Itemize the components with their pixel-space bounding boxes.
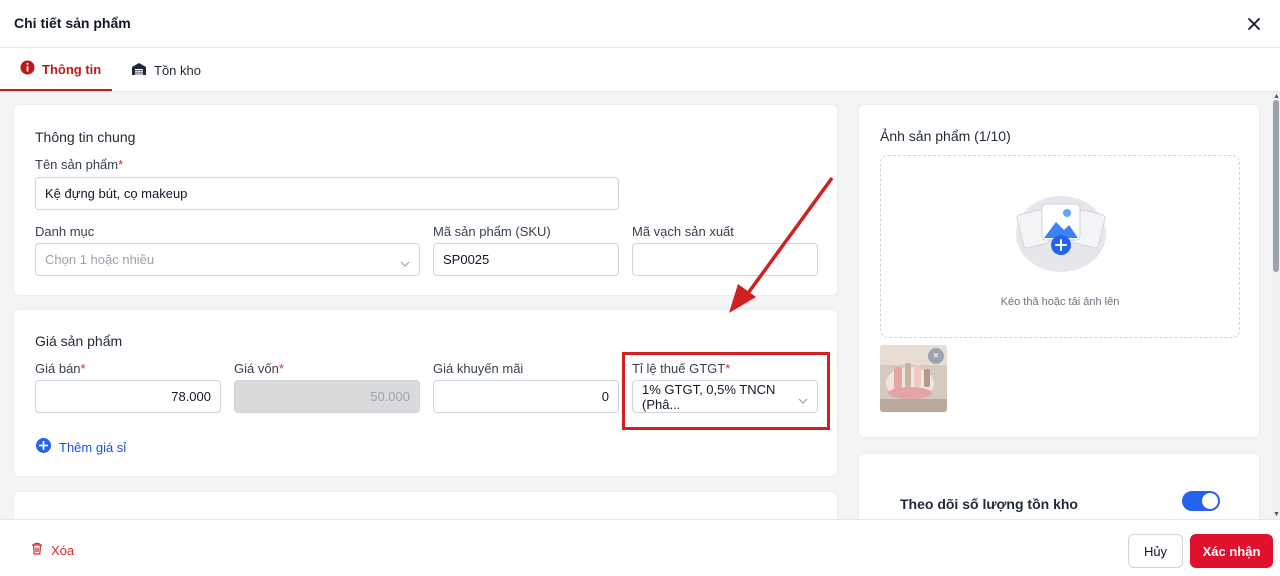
delete-button[interactable]: Xóa [31, 542, 74, 558]
cancel-button[interactable]: Hủy [1128, 534, 1183, 568]
confirm-button[interactable]: Xác nhận [1190, 534, 1273, 568]
label-text: Giá vốn [234, 361, 279, 376]
barcode-label: Mã vạch sản xuất [632, 224, 734, 239]
dropzone-hint: Kéo thả hoặc tải ảnh lên [1000, 296, 1120, 308]
annotation-arrow [729, 176, 834, 313]
modal-title: Chi tiết sản phẩm [14, 15, 131, 31]
scrollbar[interactable]: ▲ ▼ [1272, 92, 1280, 519]
add-wholesale-price-button[interactable]: Thêm giá sỉ [36, 438, 126, 456]
general-info-card: Thông tin chung Tên sản phẩm* Kệ đựng bú… [13, 104, 838, 296]
cost-price-label: Giá vốn* [234, 361, 284, 376]
scroll-up-icon[interactable]: ▲ [1273, 93, 1280, 100]
inventory-track-toggle[interactable] [1182, 491, 1220, 511]
sale-price-label: Giá bán* [35, 361, 86, 376]
label-text: Giá bán [35, 361, 81, 376]
input-value: 0 [601, 389, 609, 404]
product-image-thumbnail[interactable]: × [880, 345, 947, 412]
tab-label: Tồn kho [154, 62, 201, 78]
input-value: 50.000 [370, 389, 410, 404]
required-mark: * [80, 361, 86, 376]
inventory-tracking-card: Theo dõi số lượng tồn kho [858, 453, 1260, 519]
input-value: Kệ đựng bút, cọ makeup [45, 186, 188, 201]
remove-image-icon[interactable]: × [928, 348, 944, 364]
toggle-knob [1202, 493, 1218, 509]
inventory-track-label: Theo dõi số lượng tồn kho [900, 496, 1078, 512]
product-name-label: Tên sản phẩm* [35, 157, 123, 172]
content-area: Thông tin chung Tên sản phẩm* Kệ đựng bú… [0, 92, 1272, 519]
label-text: Tên sản phẩm [35, 157, 119, 172]
scrollbar-thumb[interactable] [1273, 100, 1279, 272]
product-images-card: Ảnh sản phẩm (1/10) Kéo thả hoặc tải ảnh… [858, 104, 1260, 438]
image-dropzone[interactable]: Kéo thả hoặc tải ảnh lên [880, 155, 1240, 338]
tab-label: Thông tin [42, 61, 102, 77]
tab-thong-tin[interactable]: Thông tin [0, 49, 112, 91]
input-value: 78.000 [171, 389, 211, 404]
section-title: Ảnh sản phẩm (1/10) [880, 128, 1011, 144]
product-name-input[interactable]: Kệ đựng bút, cọ makeup [35, 177, 619, 210]
promo-price-label: Giá khuyến mãi [433, 361, 524, 376]
section-title: Thông tin chung [35, 129, 136, 145]
category-select[interactable]: Chọn 1 hoặc nhiều [35, 243, 420, 276]
modal-footer: Xóa Hủy Xác nhận [0, 519, 1280, 576]
info-icon [20, 60, 35, 78]
modal-header: Chi tiết sản phẩm [0, 0, 1280, 48]
warehouse-icon [131, 62, 147, 79]
cost-price-input: 50.000 [234, 380, 420, 413]
required-mark: * [278, 361, 284, 376]
sale-price-input[interactable]: 78.000 [35, 380, 221, 413]
tab-bar: Thông tin Tồn kho [0, 49, 1280, 92]
trash-icon [31, 542, 43, 558]
sku-input[interactable]: SP0025 [433, 243, 619, 276]
button-label: Thêm giá sỉ [59, 439, 127, 455]
promo-price-input[interactable]: 0 [433, 380, 619, 413]
input-value: SP0025 [443, 252, 490, 267]
section-title: Giá sản phẩm [35, 333, 123, 349]
image-upload-icon [1016, 196, 1106, 272]
scroll-down-icon[interactable]: ▼ [1273, 511, 1280, 518]
chevron-down-icon [400, 255, 410, 270]
plus-circle-icon [36, 438, 51, 456]
close-icon[interactable] [1242, 12, 1266, 36]
button-label: Xóa [51, 542, 75, 558]
category-label: Danh mục [35, 224, 95, 239]
tab-ton-kho[interactable]: Tồn kho [131, 49, 201, 91]
select-placeholder: Chọn 1 hoặc nhiều [45, 252, 155, 267]
sku-label: Mã sản phẩm (SKU) [433, 224, 551, 239]
highlight-box [622, 352, 830, 430]
next-section-card [13, 491, 838, 519]
required-mark: * [118, 157, 124, 172]
